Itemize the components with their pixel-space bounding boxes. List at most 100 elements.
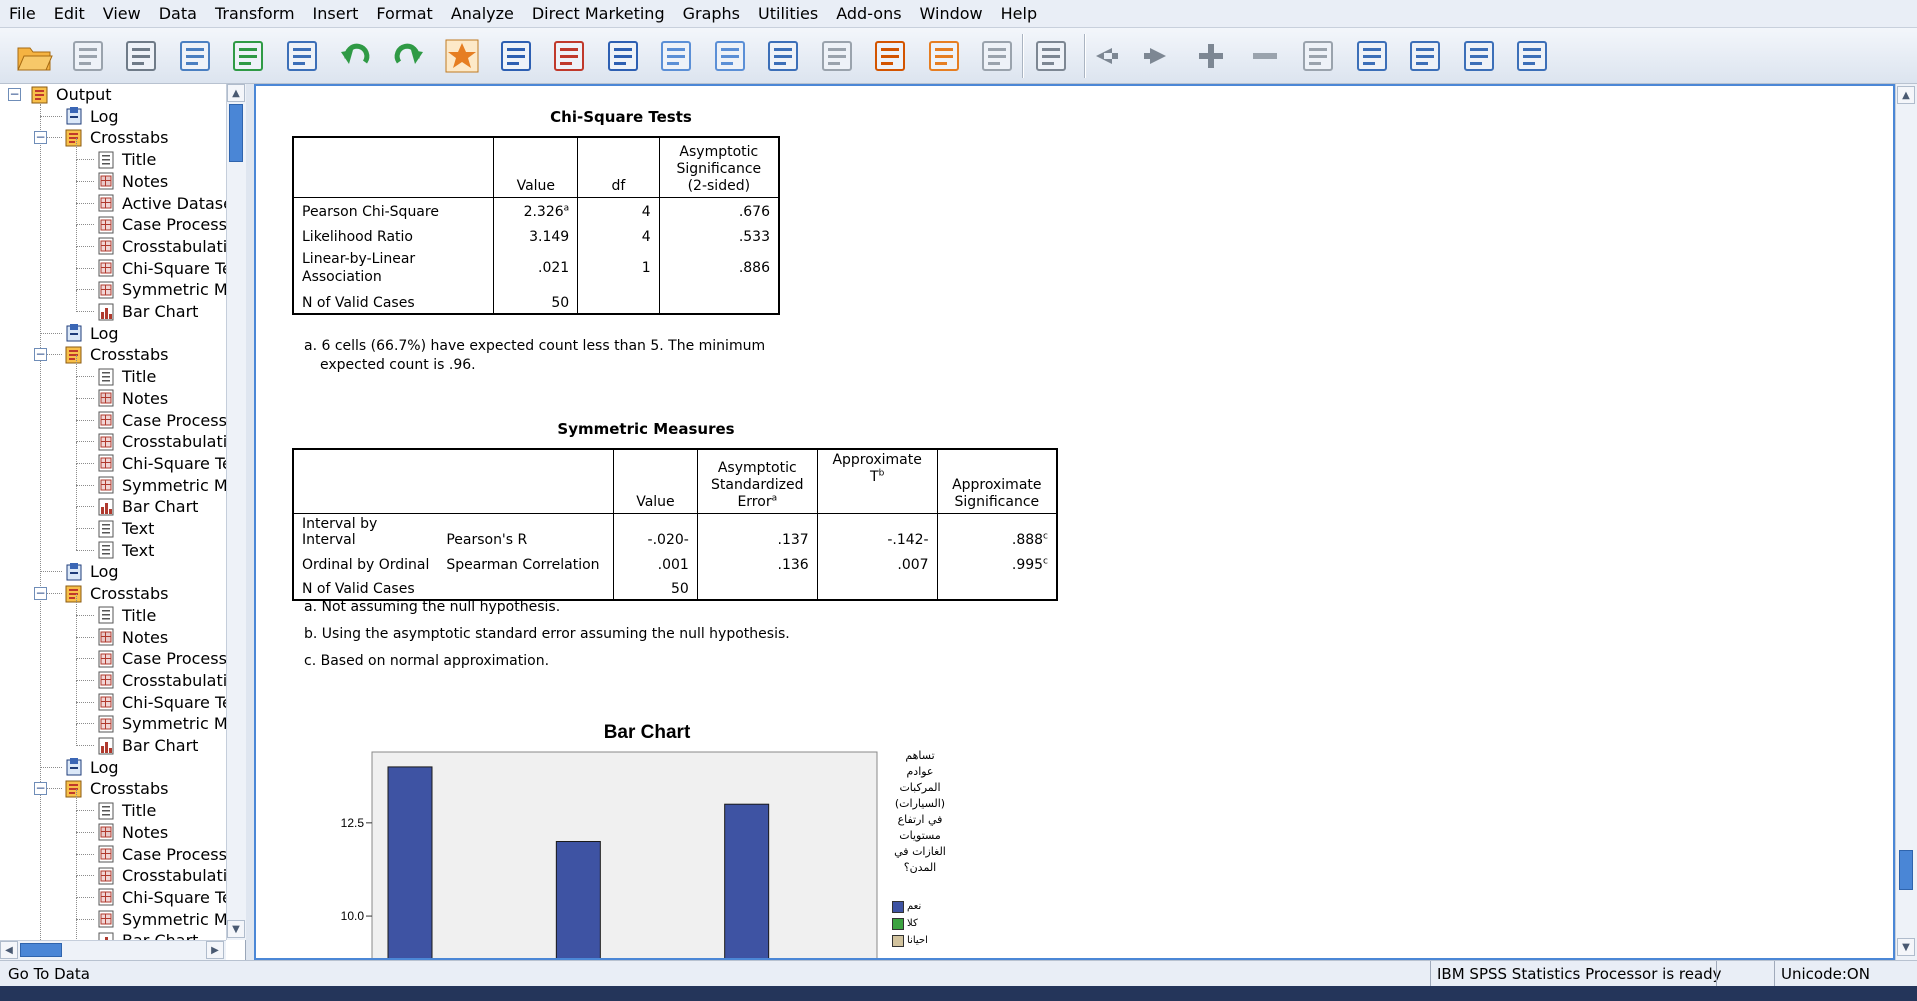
- variables-button[interactable]: [601, 34, 645, 78]
- save-button[interactable]: [66, 34, 110, 78]
- open-button[interactable]: [12, 34, 56, 78]
- scroll-right-icon[interactable]: ▶: [206, 941, 224, 959]
- menu-transform[interactable]: Transform: [206, 0, 304, 28]
- insert-title-button[interactable]: [975, 34, 1019, 78]
- scroll-thumb[interactable]: [20, 943, 62, 957]
- scroll-up-icon[interactable]: ▲: [227, 84, 245, 102]
- insert-heading-button[interactable]: [922, 34, 966, 78]
- tree-item-bar-chart[interactable]: Bar Chart: [96, 496, 198, 517]
- designate-window-button[interactable]: [761, 34, 805, 78]
- tree-item-text[interactable]: Text: [96, 518, 154, 539]
- insert-text-button[interactable]: [1029, 34, 1073, 78]
- outline-horizontal-scrollbar[interactable]: ◀ ▶: [0, 940, 226, 960]
- tree-item-output[interactable]: Output: [30, 84, 112, 105]
- tree-item-bar-chart[interactable]: Bar Chart: [96, 930, 198, 940]
- collapse-node-icon[interactable]: −: [34, 131, 47, 145]
- goto-data-button[interactable]: [440, 34, 484, 78]
- menu-graphs[interactable]: Graphs: [674, 0, 749, 28]
- tree-item-crosstabs[interactable]: Crosstabs: [64, 583, 168, 604]
- tree-item-crosstabulation[interactable]: Crosstabulation: [96, 865, 226, 886]
- tree-item-symmetric-mea[interactable]: Symmetric Mea: [96, 909, 226, 930]
- bar-chart[interactable]: Bar Chart 10.0 12.5: [326, 714, 886, 960]
- tree-item-crosstabs[interactable]: Crosstabs: [64, 344, 168, 365]
- chi-square-table[interactable]: Value df Asymptotic Significance (2-side…: [292, 136, 780, 315]
- scroll-down-icon[interactable]: ▼: [1897, 938, 1915, 956]
- tree-item-symmetric-mea[interactable]: Symmetric Mea: [96, 475, 226, 496]
- tree-item-case-processi[interactable]: Case Processi: [96, 410, 226, 431]
- export-button[interactable]: [226, 34, 270, 78]
- tree-item-chi-square-tes[interactable]: Chi-Square Tes: [96, 887, 226, 908]
- menu-data[interactable]: Data: [150, 0, 206, 28]
- goto-variable-button[interactable]: [547, 34, 591, 78]
- tree-item-bar-chart[interactable]: Bar Chart: [96, 301, 198, 322]
- tree-item-title[interactable]: Title: [96, 605, 156, 626]
- forward-button[interactable]: [1136, 34, 1180, 78]
- menu-insert[interactable]: Insert: [304, 0, 368, 28]
- scroll-thumb[interactable]: [229, 104, 243, 162]
- tree-item-crosstabulation[interactable]: Crosstabulation: [96, 236, 226, 257]
- tree-item-title[interactable]: Title: [96, 149, 156, 170]
- show-button[interactable]: [1296, 34, 1340, 78]
- tree-item-log[interactable]: Log: [64, 106, 119, 127]
- tree-item-active-dataset[interactable]: Active Dataset: [96, 193, 226, 214]
- show-all-button[interactable]: [654, 34, 698, 78]
- menu-edit[interactable]: Edit: [45, 0, 94, 28]
- menu-direct-marketing[interactable]: Direct Marketing: [523, 0, 674, 28]
- collapse-node-icon[interactable]: −: [34, 348, 47, 362]
- tree-item-notes[interactable]: Notes: [96, 822, 168, 843]
- demote-button[interactable]: [868, 34, 912, 78]
- collapse-root-icon[interactable]: −: [8, 88, 21, 101]
- content-vertical-scrollbar[interactable]: ▲ ▼: [1895, 84, 1917, 960]
- tree-item-case-processi[interactable]: Case Processi: [96, 648, 226, 669]
- tree-item-log[interactable]: Log: [64, 323, 119, 344]
- scroll-up-icon[interactable]: ▲: [1897, 86, 1915, 104]
- menu-analyze[interactable]: Analyze: [442, 0, 523, 28]
- print-preview-button[interactable]: [173, 34, 217, 78]
- menu-format[interactable]: Format: [367, 0, 441, 28]
- tree-item-case-processi[interactable]: Case Processi: [96, 214, 226, 235]
- tree-item-title[interactable]: Title: [96, 800, 156, 821]
- expand-button[interactable]: [1189, 34, 1233, 78]
- symmetric-measures-table[interactable]: Value Asymptotic Standardized Errora App…: [292, 448, 1058, 601]
- hide-selected-button[interactable]: [1350, 34, 1394, 78]
- tree-item-crosstabs[interactable]: Crosstabs: [64, 778, 168, 799]
- collapse-node-icon[interactable]: −: [34, 782, 47, 796]
- tree-item-bar-chart[interactable]: Bar Chart: [96, 735, 198, 756]
- insert-new-title-button[interactable]: [1457, 34, 1501, 78]
- pane-splitter[interactable]: [246, 84, 254, 960]
- tree-item-notes[interactable]: Notes: [96, 388, 168, 409]
- menu-view[interactable]: View: [94, 0, 150, 28]
- tree-item-chi-square-tes[interactable]: Chi-Square Tes: [96, 258, 226, 279]
- scroll-thumb[interactable]: [1899, 850, 1913, 890]
- outline-vertical-scrollbar[interactable]: ▲ ▼: [226, 84, 246, 940]
- tree-item-notes[interactable]: Notes: [96, 627, 168, 648]
- menu-utilities[interactable]: Utilities: [749, 0, 827, 28]
- tree-item-log[interactable]: Log: [64, 561, 119, 582]
- tree-item-text[interactable]: Text: [96, 540, 154, 561]
- tree-item-crosstabulation[interactable]: Crosstabulation: [96, 670, 226, 691]
- goto-case-button[interactable]: [494, 34, 538, 78]
- scroll-left-icon[interactable]: ◀: [0, 941, 18, 959]
- tree-item-notes[interactable]: Notes: [96, 171, 168, 192]
- back-button[interactable]: [1082, 34, 1126, 78]
- insert-new-text-button[interactable]: [1510, 34, 1554, 78]
- menu-add-ons[interactable]: Add-ons: [827, 0, 910, 28]
- tree-item-chi-square-tes[interactable]: Chi-Square Tes: [96, 692, 226, 713]
- hide-button[interactable]: [708, 34, 752, 78]
- tree-item-log[interactable]: Log: [64, 757, 119, 778]
- recall-dialog-button[interactable]: [280, 34, 324, 78]
- tree-item-title[interactable]: Title: [96, 366, 156, 387]
- promote-button[interactable]: [815, 34, 859, 78]
- insert-page-break-button[interactable]: [1403, 34, 1447, 78]
- undo-button[interactable]: [333, 34, 377, 78]
- menu-help[interactable]: Help: [992, 0, 1046, 28]
- scroll-down-icon[interactable]: ▼: [227, 920, 245, 938]
- collapse-button[interactable]: [1243, 34, 1287, 78]
- tree-item-symmetric-mea[interactable]: Symmetric Mea: [96, 279, 226, 300]
- tree-item-symmetric-mea[interactable]: Symmetric Mea: [96, 713, 226, 734]
- tree-item-crosstabs[interactable]: Crosstabs: [64, 127, 168, 148]
- tree-item-crosstabulation[interactable]: Crosstabulation: [96, 431, 226, 452]
- menu-window[interactable]: Window: [911, 0, 992, 28]
- redo-button[interactable]: [387, 34, 431, 78]
- print-button[interactable]: [119, 34, 163, 78]
